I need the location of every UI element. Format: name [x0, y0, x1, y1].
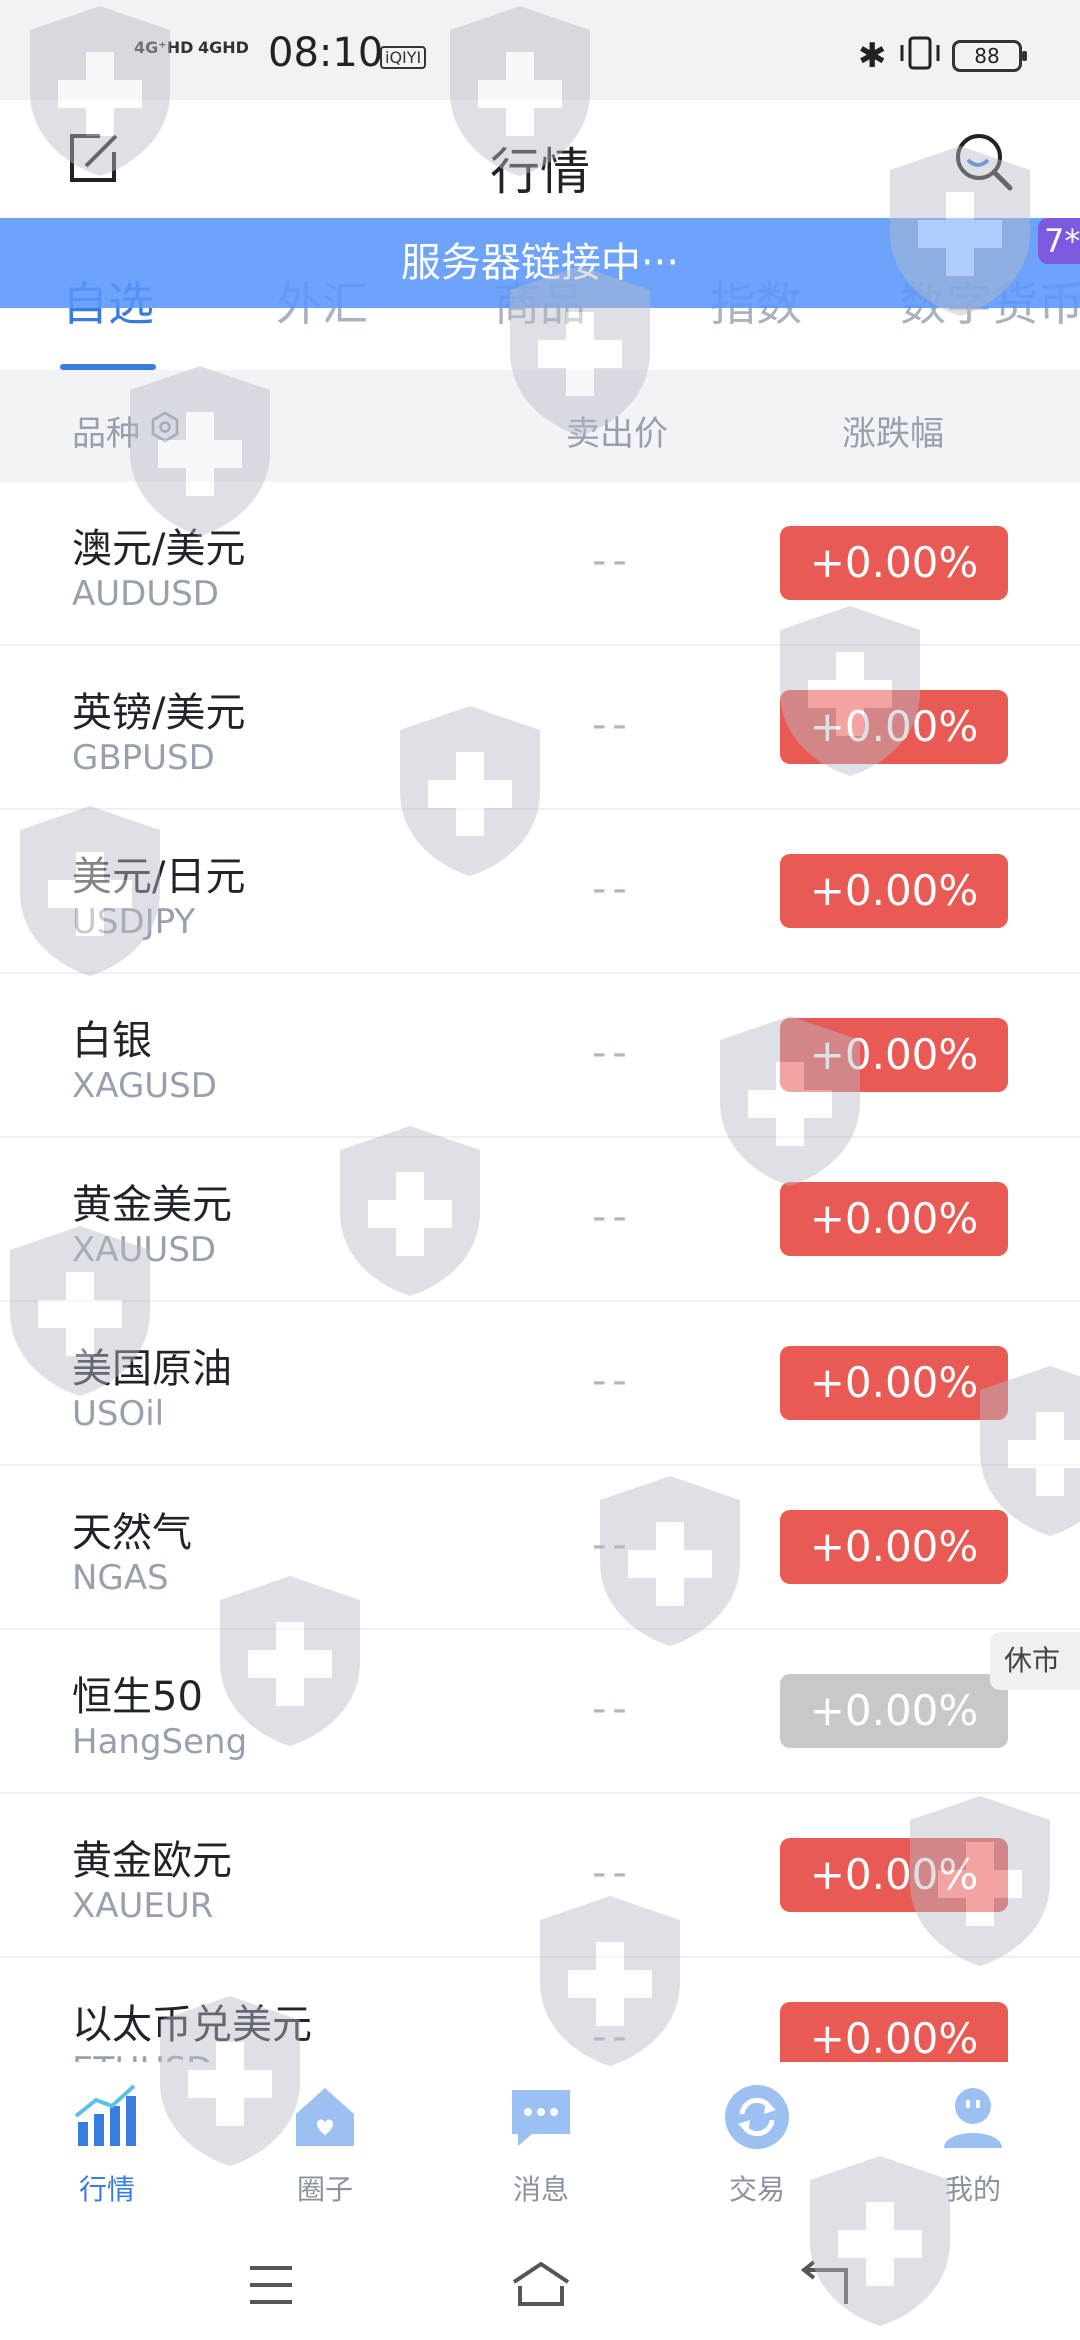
- change-badge[interactable]: +0.00%: [780, 1018, 1008, 1092]
- nav-item-trade[interactable]: 交易: [692, 2082, 822, 2208]
- change-badge[interactable]: +0.00%: [780, 2002, 1008, 2062]
- nav-item-market[interactable]: 行情: [42, 2082, 172, 2208]
- instrument-code: USDJPY: [72, 902, 196, 942]
- list-item[interactable]: 白银 XAGUSD -- +0.00%: [0, 974, 1080, 1138]
- nav-label: 消息: [512, 2173, 569, 2206]
- profile-icon: [944, 2088, 1002, 2148]
- back-icon[interactable]: [790, 2250, 860, 2320]
- nav-item-circle[interactable]: 圈子: [260, 2082, 390, 2208]
- list-header: 品种 卖出价 涨跌幅: [0, 370, 1080, 482]
- column-header-name: 品种: [72, 414, 140, 454]
- nav-label: 我的: [944, 2173, 1001, 2206]
- bluetooth-icon: ✱: [858, 36, 887, 76]
- instrument-code: ETHUSD: [72, 2050, 212, 2062]
- instrument-name: 美元/日元: [72, 854, 246, 900]
- change-badge[interactable]: +0.00%: [780, 526, 1008, 600]
- instrument-code: XAUEUR: [72, 1886, 214, 1926]
- menu-icon[interactable]: [236, 2250, 306, 2320]
- change-badge[interactable]: +0.00%: [780, 1182, 1008, 1256]
- list-item[interactable]: 恒生50 HangSeng -- +0.00%: [0, 1630, 1080, 1794]
- quote-list[interactable]: 澳元/美元 AUDUSD -- +0.00% 英镑/美元 GBPUSD -- +…: [0, 482, 1080, 2062]
- service-badge[interactable]: 7*: [1038, 218, 1080, 264]
- battery-level: 88: [974, 44, 1000, 68]
- sell-price: --: [592, 1358, 633, 1404]
- instrument-name: 澳元/美元: [72, 526, 246, 572]
- column-header-change[interactable]: 涨跌幅: [842, 406, 944, 455]
- sell-price: --: [592, 866, 633, 912]
- list-item[interactable]: 以太币兑美元 ETHUSD -- +0.00%: [0, 1958, 1080, 2062]
- sell-price: --: [592, 702, 633, 748]
- iqiyi-icon: iQIYI: [380, 46, 427, 69]
- nav-item-profile[interactable]: 我的: [908, 2082, 1038, 2208]
- instrument-code: HangSeng: [72, 1722, 248, 1762]
- change-badge[interactable]: +0.00%: [780, 690, 1008, 764]
- instrument-code: USOil: [72, 1394, 165, 1434]
- change-badge[interactable]: +0.00%: [780, 1510, 1008, 1584]
- sell-price: --: [592, 538, 633, 584]
- change-badge[interactable]: +0.00%: [780, 854, 1008, 928]
- instrument-name: 恒生50: [72, 1674, 203, 1720]
- instrument-name: 美国原油: [72, 1346, 232, 1392]
- list-item[interactable]: 英镑/美元 GBPUSD -- +0.00%: [0, 646, 1080, 810]
- list-item[interactable]: 澳元/美元 AUDUSD -- +0.00%: [0, 482, 1080, 646]
- change-badge[interactable]: +0.00%: [780, 1838, 1008, 1912]
- signal-1-text: 4G⁺HD: [134, 38, 194, 57]
- page-title: 行情: [490, 143, 590, 201]
- sell-price: --: [592, 1686, 633, 1732]
- status-bar: 4G⁺HD 4GHD 08:10 iQIYI ✱ 88: [0, 0, 1080, 100]
- message-icon: [512, 2090, 570, 2146]
- search-icon[interactable]: [952, 130, 1014, 192]
- list-item[interactable]: 黄金美元 XAUUSD -- +0.00%: [0, 1138, 1080, 1302]
- list-item[interactable]: 美元/日元 USDJPY -- +0.00%: [0, 810, 1080, 974]
- sell-price: --: [592, 1194, 633, 1240]
- status-time: 08:10: [268, 30, 384, 76]
- instrument-name: 白银: [72, 1018, 152, 1064]
- market-closed-tag: 休市: [990, 1632, 1080, 1690]
- instrument-name: 英镑/美元: [72, 690, 246, 736]
- instrument-name: 天然气: [72, 1510, 192, 1556]
- battery-icon: 88: [952, 40, 1027, 72]
- list-item[interactable]: 天然气 NGAS -- +0.00%: [0, 1466, 1080, 1630]
- nav-item-messages[interactable]: 消息: [476, 2082, 606, 2208]
- instrument-code: XAUUSD: [72, 1230, 217, 1270]
- vibrate-icon: [900, 36, 940, 70]
- sell-price: --: [592, 1030, 633, 1076]
- instrument-code: GBPUSD: [72, 738, 215, 778]
- nav-label: 交易: [728, 2173, 785, 2206]
- exchange-icon: [725, 2085, 789, 2149]
- connection-banner: 服务器链接中···: [0, 218, 1080, 308]
- title-bar: 行情: [0, 100, 1080, 220]
- settings-icon[interactable]: [148, 410, 182, 444]
- sell-price: --: [592, 1850, 633, 1896]
- instrument-code: AUDUSD: [72, 574, 219, 614]
- instrument-code: XAGUSD: [72, 1066, 217, 1106]
- nav-label: 圈子: [296, 2173, 353, 2206]
- list-item[interactable]: 美国原油 USOil -- +0.00%: [0, 1302, 1080, 1466]
- change-badge[interactable]: +0.00%: [780, 1346, 1008, 1420]
- sell-price: --: [592, 2014, 633, 2060]
- signal-2-text: 4GHD: [198, 38, 249, 57]
- change-badge[interactable]: +0.00%: [780, 1674, 1008, 1748]
- column-header-sell[interactable]: 卖出价: [566, 406, 668, 455]
- sell-price: --: [592, 1522, 633, 1568]
- home-icon: [296, 2088, 354, 2146]
- bottom-nav: 行情 圈子 消息 交易 我的: [0, 2062, 1080, 2230]
- instrument-name: 以太币兑美元: [72, 2002, 312, 2048]
- home-button-icon[interactable]: [506, 2250, 576, 2320]
- instrument-code: NGAS: [72, 1558, 169, 1598]
- instrument-name: 黄金欧元: [72, 1838, 232, 1884]
- chart-icon: [74, 2084, 136, 2146]
- list-item[interactable]: 黄金欧元 XAUEUR -- +0.00%: [0, 1794, 1080, 1958]
- system-nav-bar: [0, 2230, 1080, 2340]
- nav-label: 行情: [78, 2173, 135, 2206]
- instrument-name: 黄金美元: [72, 1182, 232, 1228]
